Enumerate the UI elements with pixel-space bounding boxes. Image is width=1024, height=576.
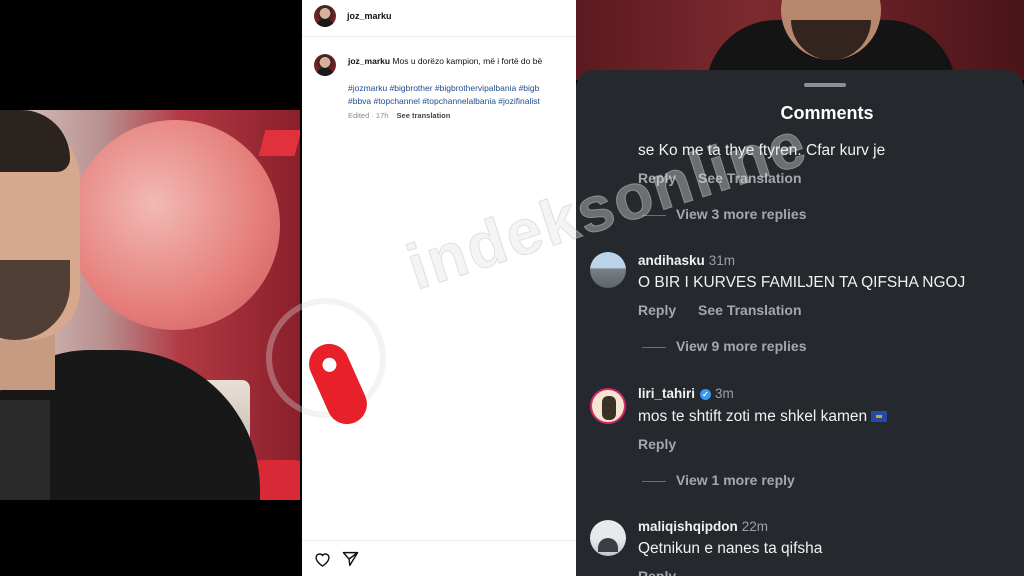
heart-icon[interactable] <box>314 551 331 572</box>
username[interactable]: liri_tahiri <box>638 386 695 401</box>
comment-username[interactable]: liri_tahiri ✓ 3m <box>638 386 734 401</box>
kosovo-flag-icon <box>871 411 888 423</box>
avatar[interactable] <box>590 520 626 556</box>
avatar[interactable] <box>314 54 336 76</box>
left-photo-panel <box>0 0 302 576</box>
hashtags-line-2[interactable]: #bbva #topchannel #topchannelalbania #jo… <box>348 95 576 108</box>
comment-time: 3m <box>715 386 734 401</box>
header-username[interactable]: joz_marku <box>347 11 392 21</box>
username[interactable]: andihasku <box>638 253 705 268</box>
background-photo <box>576 0 1024 90</box>
avatar[interactable] <box>314 5 336 27</box>
reply-button[interactable]: Reply <box>638 436 676 452</box>
post-header: joz_marku <box>302 0 576 37</box>
comment-actions: Reply <box>638 568 694 576</box>
post-meta: Edited · 17h See translation <box>348 111 450 120</box>
caption-line: joz_marku Mos u dorëzo kampion, më i for… <box>348 56 576 66</box>
username[interactable]: maliqishqipdon <box>638 519 738 534</box>
comments-title: Comments <box>780 103 874 123</box>
edited-time: Edited · 17h <box>348 111 389 120</box>
see-translation-link[interactable]: See translation <box>397 111 451 120</box>
view-more-replies[interactable]: View 9 more replies <box>642 338 806 354</box>
comment-text: O BIR I KURVES FAMILJEN TA QIFSHA NGOJ <box>638 274 966 291</box>
verified-badge-icon: ✓ <box>700 388 712 400</box>
hashtags[interactable]: #jozmarku #bigbrother #bigbrothervipalba… <box>348 82 576 108</box>
see-translation-button[interactable]: See Translation <box>698 302 801 318</box>
comment-actions: Reply See Translation <box>638 302 820 318</box>
man-photo <box>0 110 300 500</box>
view-more-replies[interactable]: View 1 more reply <box>642 472 795 488</box>
send-icon[interactable] <box>342 551 359 572</box>
comment-time: 22m <box>741 519 769 534</box>
reply-button[interactable]: Reply <box>638 302 676 318</box>
hashtags-line-1[interactable]: #jozmarku #bigbrother #bigbrothervipalba… <box>348 82 576 95</box>
comment-text: mos te shtift zoti me shkel kamen <box>638 408 888 426</box>
drag-handle[interactable] <box>804 83 846 87</box>
post-actions <box>302 540 576 576</box>
avatar[interactable] <box>590 252 626 288</box>
comment-text: Qetnikun e nanes ta qifsha <box>638 540 823 557</box>
comment-time: 31m <box>708 253 736 268</box>
comment-text-content: mos te shtift zoti me shkel kamen <box>638 408 868 425</box>
caption-username[interactable]: joz_marku <box>348 56 390 66</box>
comment-username[interactable]: maliqishqipdon 22m <box>638 519 768 534</box>
comment-actions: Reply <box>638 436 694 452</box>
avatar[interactable] <box>590 388 626 424</box>
reply-button[interactable]: Reply <box>638 568 676 576</box>
caption-text: Mos u dorëzo kampion, më i fortë do bë <box>392 56 543 66</box>
comment-username[interactable]: andihasku 31m <box>638 253 735 268</box>
comments-panel: Comments se Ko me ta thye ftyren. Cfar k… <box>576 0 1024 576</box>
